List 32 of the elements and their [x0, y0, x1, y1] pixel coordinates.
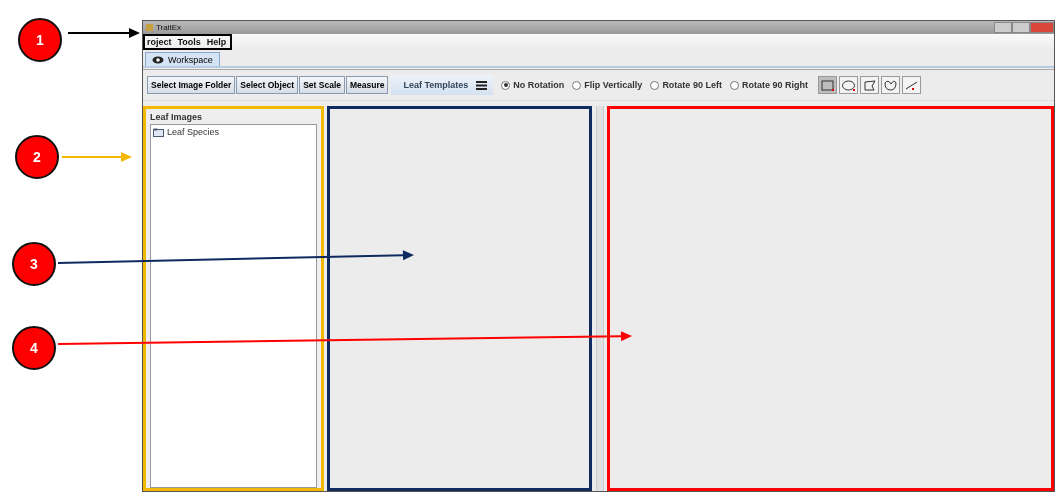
rotation-radio[interactable]: Rotate 90 Right — [729, 80, 808, 90]
menu-item[interactable]: Tools — [175, 37, 205, 47]
rotation-radio[interactable]: Flip Vertically — [572, 80, 643, 90]
shape-tool-button[interactable] — [859, 76, 879, 94]
rotation-radio[interactable]: Rotate 90 Left — [650, 80, 722, 90]
callout-number: 2 — [15, 135, 59, 179]
shape-tool-button[interactable] — [838, 76, 858, 94]
menu-icon[interactable] — [476, 80, 488, 90]
callout-number: 4 — [12, 326, 56, 370]
rotation-radio[interactable]: No Rotation — [501, 80, 565, 90]
toolbar-button[interactable]: Measure — [346, 76, 389, 94]
shape-tool-button[interactable] — [880, 76, 900, 94]
rectangle-tool-icon — [819, 77, 835, 93]
eye-icon — [152, 55, 164, 64]
panel-title: Leaf Images — [150, 111, 204, 124]
ellipse-tool-icon — [840, 77, 856, 93]
callout-number: 1 — [18, 18, 62, 62]
menu-item[interactable]: Help — [204, 37, 231, 47]
window-title: TraitEx — [156, 23, 182, 32]
folder-icon — [153, 127, 164, 137]
toolbar-button[interactable]: Select Image Folder — [147, 76, 236, 94]
toolbar-button[interactable]: Select Object — [236, 76, 299, 94]
callout-number: 3 — [12, 242, 56, 286]
tree-item[interactable]: Leaf Species — [153, 127, 314, 137]
app-icon — [146, 24, 153, 31]
shape-tool-button[interactable] — [901, 76, 921, 94]
polygon-tool-icon — [861, 77, 877, 93]
menu-item[interactable]: roject — [145, 37, 176, 47]
shape-tool-button[interactable] — [817, 76, 837, 94]
leaf-templates-label: Leaf Templates — [403, 80, 469, 90]
toolbar-button[interactable]: Set Scale — [299, 76, 345, 94]
workspace-tab[interactable]: Workspace — [145, 52, 220, 66]
